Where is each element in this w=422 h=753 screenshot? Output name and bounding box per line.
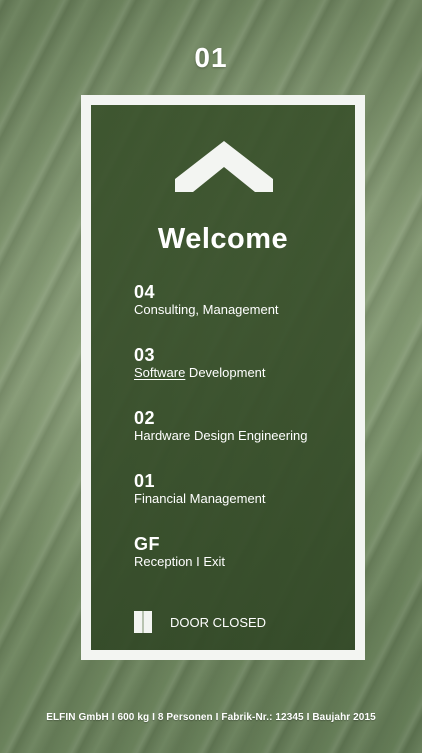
door-status: DOOR CLOSED [134,611,266,633]
floor-description-rest: Development [185,365,266,380]
floor-number: 01 [134,471,156,491]
floor-item-04[interactable]: 04 Consulting, Management [134,283,349,346]
floor-item-01[interactable]: 01 Financial Management [134,472,349,535]
floor-directory-panel: Welcome 04 Consulting, Management 03 Sof… [81,95,365,660]
floor-number: 03 [134,345,156,365]
floor-description: Software Development [134,365,349,381]
elevator-info-footer: ELFIN GmbH I 600 kg I 8 Personen I Fabri… [46,712,376,723]
floor-description: Financial Management [134,491,266,506]
floor-item-gf[interactable]: GF Reception I Exit [134,535,349,598]
floor-list: 04 Consulting, Management 03 Software De… [134,283,349,598]
floor-description: Consulting, Management [134,302,279,317]
floor-item-03[interactable]: 03 Software Development [134,346,349,409]
floor-number: 04 [134,282,156,302]
door-closed-icon [134,611,152,633]
elevator-display-screen: 01 Welcome 04 Consulting, Management 03 … [0,0,422,753]
floor-number: 02 [134,408,156,428]
floor-item-02[interactable]: 02 Hardware Design Engineering [134,409,349,472]
floor-number: GF [134,534,160,554]
welcome-title: Welcome [157,223,289,255]
floor-description: Reception I Exit [134,554,226,569]
chevron-up-icon [169,133,279,193]
floor-description-underlined: Software [134,365,186,380]
door-status-text: DOOR CLOSED [170,614,267,630]
current-floor-indicator: 01 [194,42,228,73]
floor-description: Hardware Design Engineering [134,428,308,443]
